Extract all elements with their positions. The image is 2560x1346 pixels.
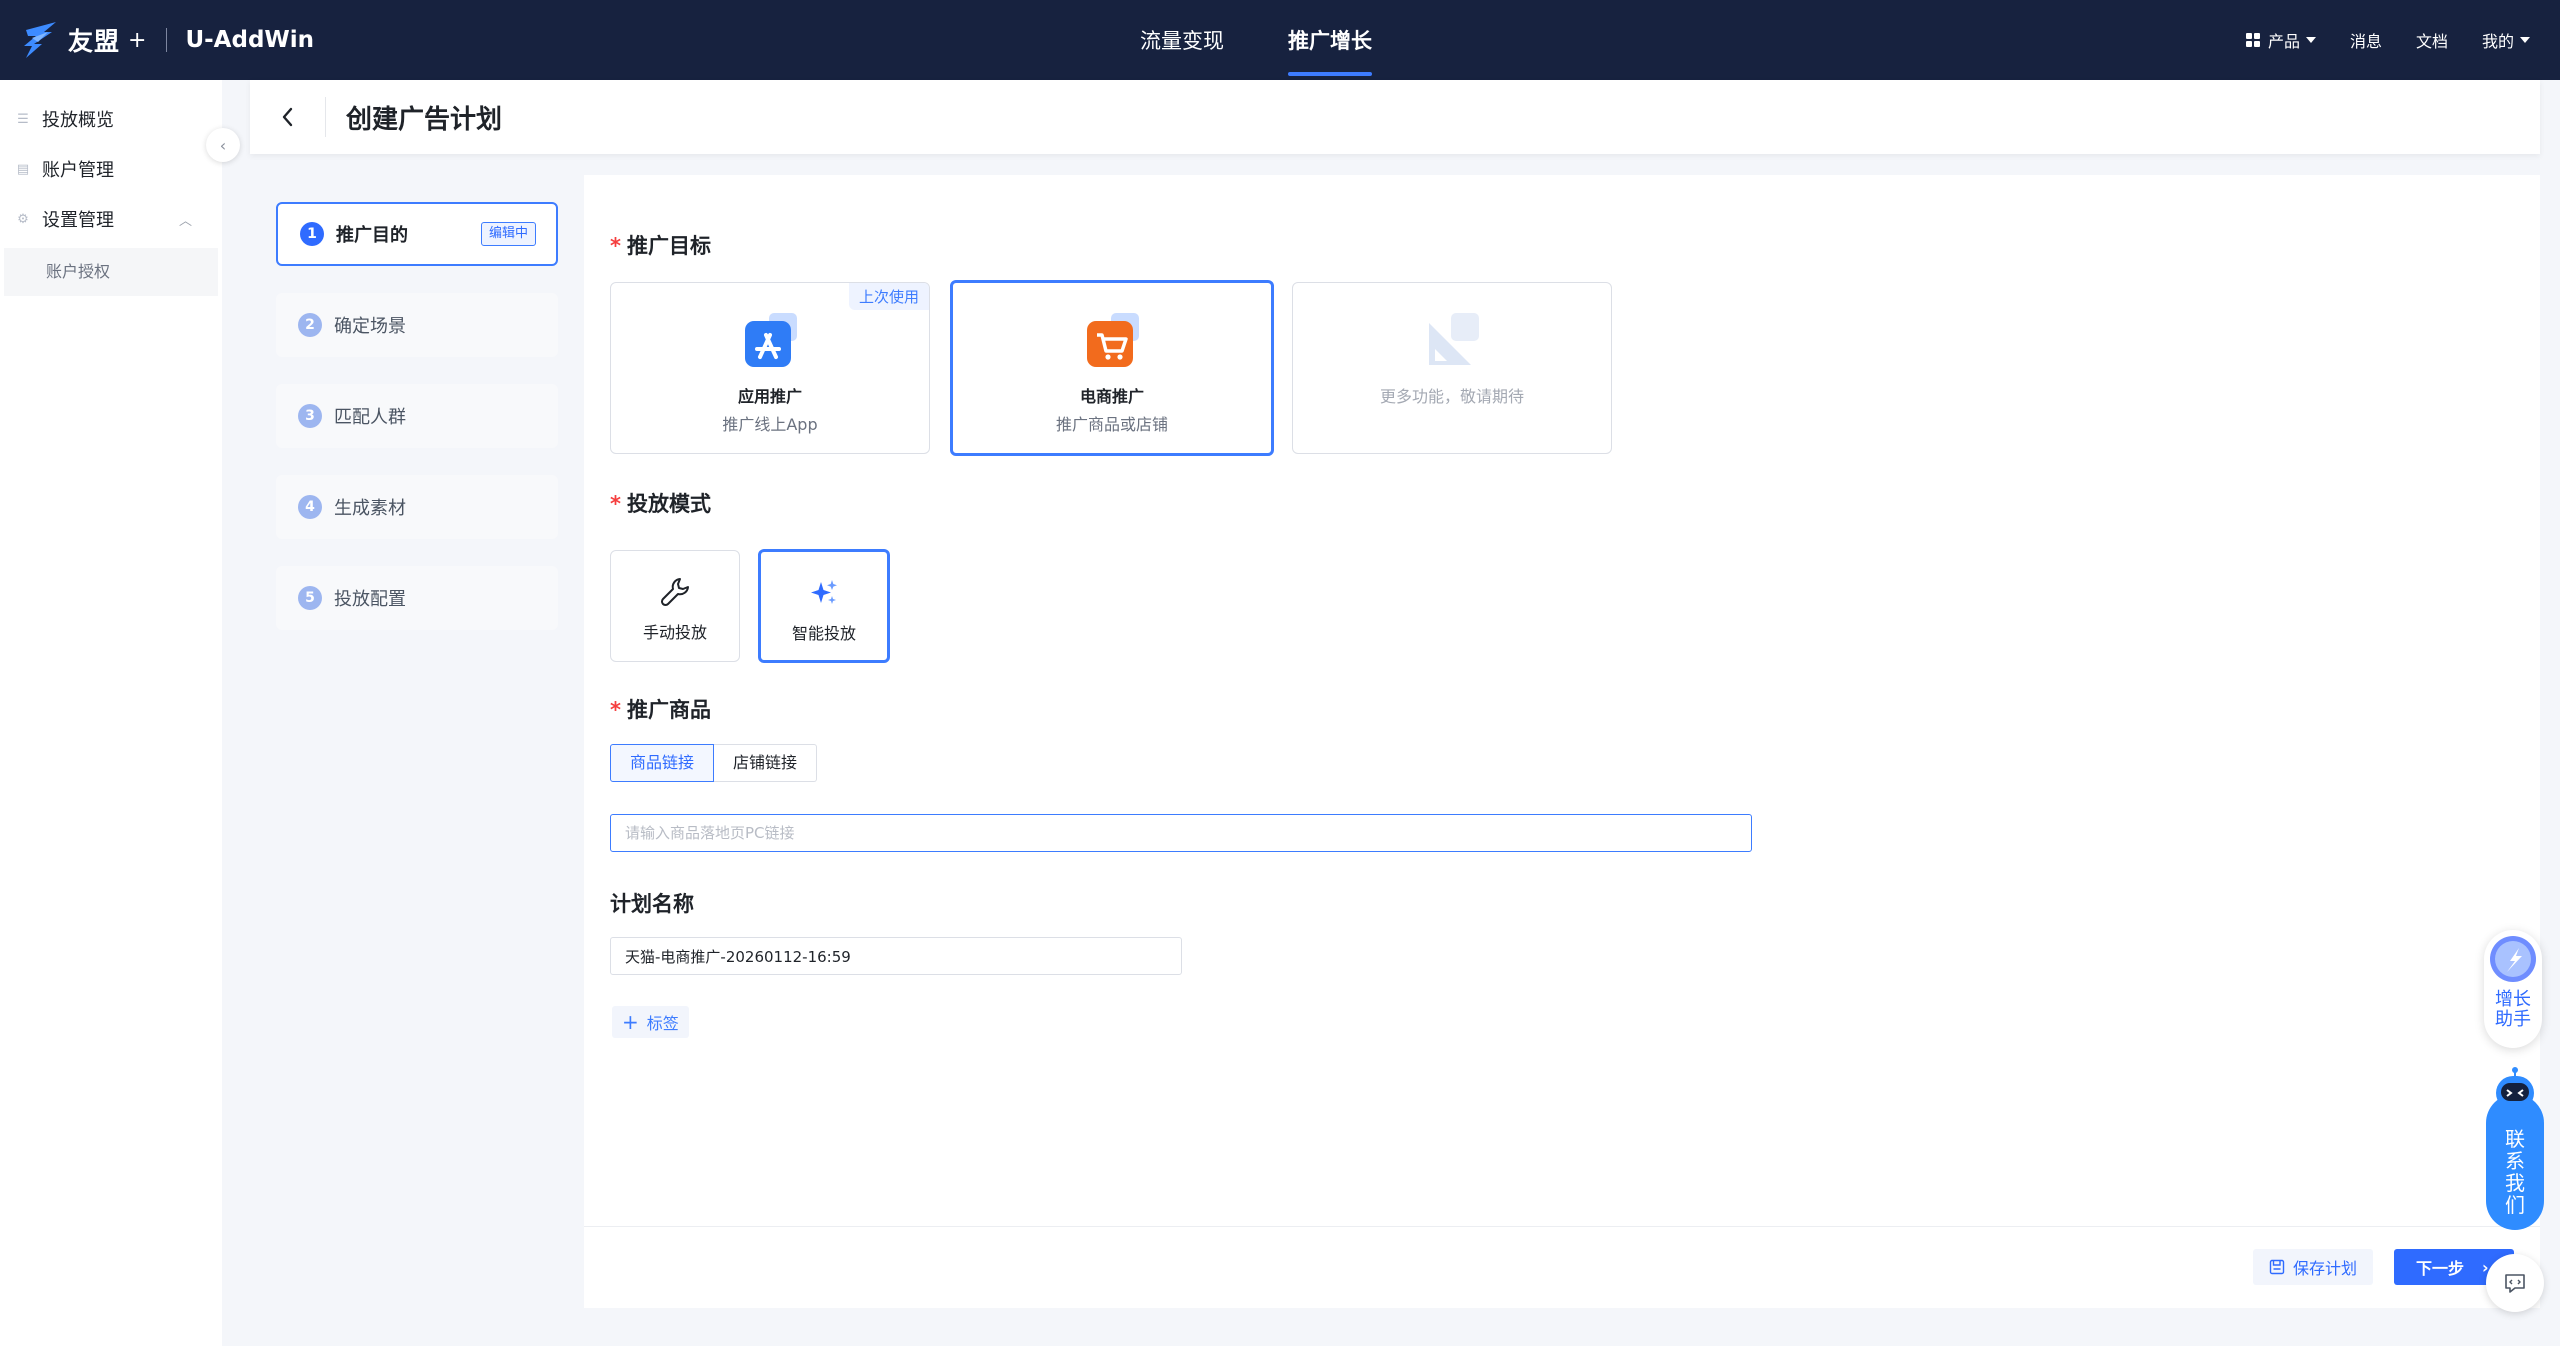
step-label: 确定场景 <box>334 316 406 337</box>
plan-name-input[interactable] <box>610 937 1182 975</box>
sidebar-item-account[interactable]: ▤ 账户管理 <box>0 144 222 194</box>
manual-delivery-option[interactable]: 手动投放 <box>610 550 740 662</box>
robot-icon <box>2496 1067 2534 1110</box>
step-number: 3 <box>298 404 322 428</box>
umeng-logo-icon <box>24 22 56 58</box>
more-features-icon <box>1429 313 1479 365</box>
save-icon <box>2269 1259 2285 1275</box>
caret-down-icon <box>2305 37 2316 43</box>
app-name: U-AddWin <box>185 27 315 53</box>
nav-traffic-monetization[interactable]: 流量变现 <box>1140 0 1224 80</box>
sidebar-item-overview[interactable]: ☰ 投放概览 <box>0 94 222 144</box>
growth-assistant-label: 增长助手 <box>2495 989 2531 1030</box>
app-promotion-card[interactable]: 上次使用 应用推广 推广线上App <box>610 282 930 454</box>
grid-icon <box>2245 33 2260 47</box>
step-number: 5 <box>298 586 322 610</box>
chevron-left-icon <box>282 107 292 127</box>
brand[interactable]: 友盟 + U-AddWin <box>0 0 314 80</box>
sidebar-collapse-button[interactable]: ‹ <box>206 128 240 162</box>
brand-divider <box>166 28 168 52</box>
mode-label: 手动投放 <box>642 623 707 642</box>
back-button[interactable] <box>250 97 326 137</box>
page-header: 创建广告计划 <box>250 80 2540 154</box>
ecommerce-promotion-card[interactable]: 电商推广 推广商品或店铺 <box>950 280 1274 456</box>
mode-label: 智能投放 <box>791 624 856 643</box>
mine-label: 我的 <box>2481 32 2514 51</box>
messages-link[interactable]: 消息 <box>2350 28 2382 52</box>
sidebar-item-label: 投放概览 <box>42 110 114 131</box>
step-label: 匹配人群 <box>334 407 406 428</box>
step-scene[interactable]: 2 确定场景 <box>276 293 558 357</box>
step-number: 2 <box>298 313 322 337</box>
form-footer <box>584 1226 2540 1308</box>
step-delivery-config[interactable]: 5 投放配置 <box>276 566 558 630</box>
mine-menu[interactable]: 我的 <box>2482 28 2530 52</box>
add-tag-button[interactable]: + 标签 <box>612 1006 689 1038</box>
plus-icon: + <box>622 1010 639 1034</box>
step-label: 投放配置 <box>334 589 406 610</box>
top-right-menu: 产品 消息 文档 我的 <box>2212 0 2530 80</box>
save-plan-button[interactable]: 保存计划 <box>2253 1249 2374 1285</box>
sparkle-icon <box>811 580 837 604</box>
sidebar-item-account-auth[interactable]: 账户授权 <box>4 248 218 296</box>
top-navigation-bar: 友盟 + U-AddWin 流量变现 推广增长 产品 消息 文档 我的 <box>0 0 2560 80</box>
promotion-target-title: * 推广目标 <box>610 234 711 258</box>
rocket-badge-icon <box>2490 936 2536 982</box>
card-title: 电商推广 <box>1079 387 1144 406</box>
last-used-tag: 上次使用 <box>848 283 929 310</box>
chevron-up-icon: ︿ <box>178 213 192 229</box>
docs-link[interactable]: 文档 <box>2416 28 2448 52</box>
product-menu[interactable]: 产品 <box>2245 28 2316 52</box>
step-promotion-purpose[interactable]: 1 推广目的 编辑中 <box>276 202 558 266</box>
card-title: 更多功能，敬请期待 <box>1379 387 1524 406</box>
main-nav: 流量变现 推广增长 <box>1140 0 1436 80</box>
wrench-icon <box>660 578 689 607</box>
product-link-input[interactable] <box>610 814 1752 852</box>
smart-delivery-option[interactable]: 智能投放 <box>758 549 890 663</box>
step-label: 推广目的 <box>336 225 408 246</box>
link-type-switch: 商品链接 店铺链接 <box>610 744 818 782</box>
card-title: 应用推广 <box>737 387 802 406</box>
step-audience[interactable]: 3 匹配人群 <box>276 384 558 448</box>
save-plan-label: 保存计划 <box>2293 1259 2358 1278</box>
nav-promotion-growth[interactable]: 推广增长 <box>1288 0 1372 80</box>
chevron-left-icon: ‹ <box>219 135 227 155</box>
steps-nav: 1 推广目的 编辑中 2 确定场景 3 匹配人群 4 生成素材 5 投放配置 <box>276 202 558 657</box>
product-label: 产品 <box>2267 32 2300 51</box>
caret-down-icon <box>2520 37 2530 43</box>
sidebar-item-label: 账户管理 <box>42 160 114 181</box>
tab-store-link[interactable]: 店铺链接 <box>714 744 818 782</box>
more-features-card: 更多功能，敬请期待 <box>1292 282 1612 454</box>
tab-product-link[interactable]: 商品链接 <box>610 744 715 782</box>
logo-text: 友盟 <box>68 27 121 56</box>
next-step-label: 下一步 <box>2416 1259 2465 1278</box>
promoted-product-title: * 推广商品 <box>610 698 711 722</box>
feedback-button[interactable] <box>2486 1254 2544 1312</box>
list-icon: ☰ <box>17 111 29 127</box>
delivery-mode-title: * 投放模式 <box>610 492 711 516</box>
sidebar-item-label: 设置管理 <box>42 210 114 231</box>
step-number: 1 <box>300 222 324 246</box>
sidebar: ☰ 投放概览 ▤ 账户管理 ⚙ 设置管理 ︿ 账户授权 <box>0 80 222 1346</box>
app-store-icon <box>745 313 797 367</box>
shopping-cart-icon <box>1087 313 1139 367</box>
growth-assistant-button[interactable]: 增长助手 <box>2484 930 2542 1048</box>
chat-icon <box>2505 1274 2525 1293</box>
add-tag-label: 标签 <box>646 1014 679 1033</box>
card-subtitle: 推广商品或店铺 <box>1055 415 1168 434</box>
contact-us-button[interactable]: 联 系 我 们 <box>2486 1066 2544 1232</box>
sidebar-item-settings[interactable]: ⚙ 设置管理 ︿ <box>0 194 222 244</box>
plan-name-title: 计划名称 <box>610 892 694 916</box>
card-subtitle: 推广线上App <box>722 415 818 434</box>
account-icon: ▤ <box>16 161 30 177</box>
page-title: 创建广告计划 <box>346 104 503 135</box>
step-number: 4 <box>298 495 322 519</box>
settings-icon: ⚙ <box>17 211 29 227</box>
logo-plus: + <box>128 27 147 53</box>
step-creative[interactable]: 4 生成素材 <box>276 475 558 539</box>
step-label: 生成素材 <box>334 498 406 519</box>
editing-badge: 编辑中 <box>480 222 536 246</box>
